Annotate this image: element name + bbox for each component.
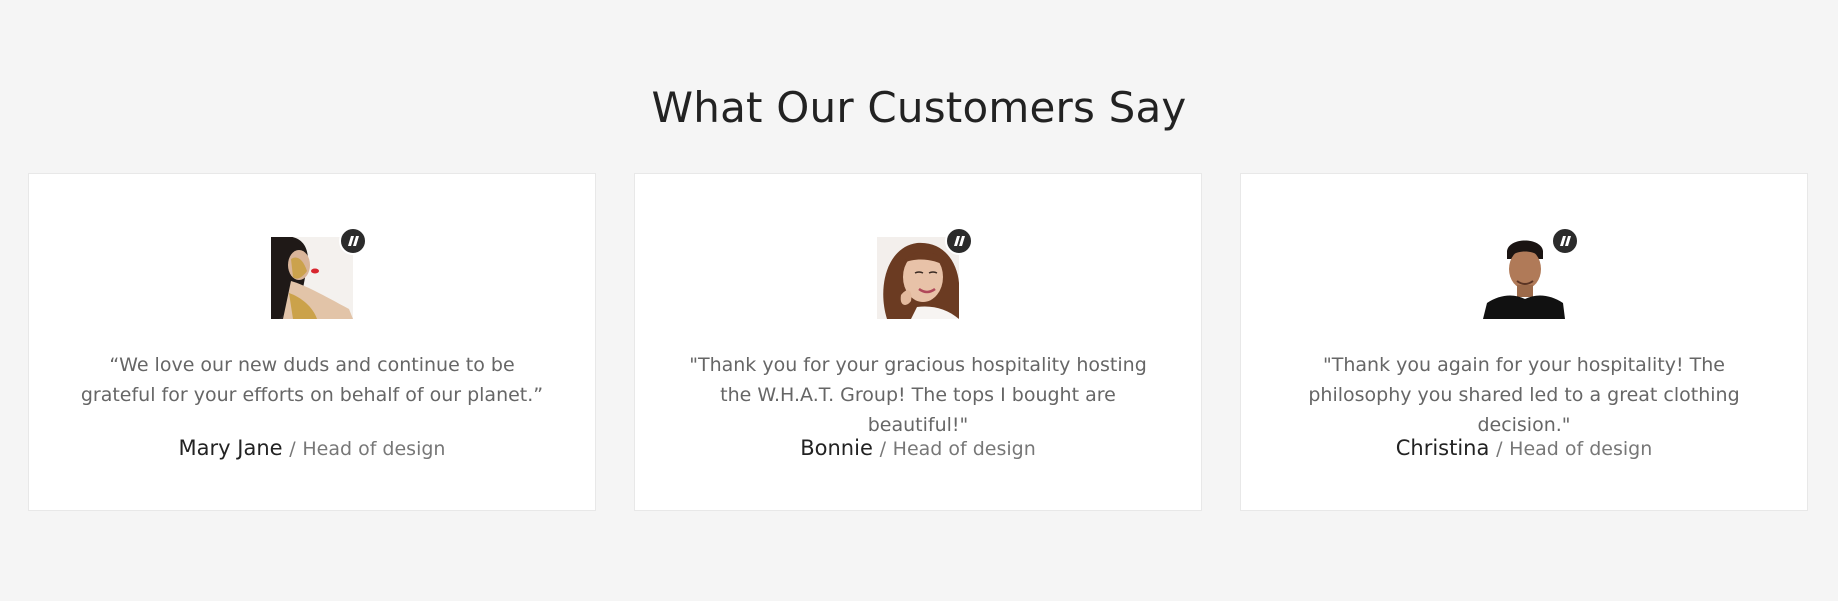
author-separator: / [289,438,296,460]
avatar [271,237,353,319]
testimonial-quote: "Thank you again for your hospitality! T… [1308,354,1740,436]
author-role: Head of design [302,438,446,460]
author-role: Head of design [1509,438,1653,460]
quote-icon [945,227,973,255]
author-role: Head of design [892,438,1036,460]
testimonial-card: "Thank you again for your hospitality! T… [1240,173,1808,511]
testimonial-card: "Thank you for your gracious hospitality… [634,173,1202,511]
avatar [877,237,959,319]
author-separator: / [879,438,886,460]
avatar-wrap [1483,227,1579,319]
author-name: Bonnie [800,436,873,460]
testimonial-author: Christina / Head of design [1241,433,1807,464]
quote-icon [339,227,367,255]
testimonials-list: “We love our new duds and continue to be… [28,173,1810,511]
section-title: What Our Customers Say [651,83,1187,132]
avatar [1483,237,1565,319]
testimonial-author: Mary Jane / Head of design [29,433,595,464]
testimonial-quote: “We love our new duds and continue to be… [80,354,544,406]
testimonial-card: “We love our new duds and continue to be… [28,173,596,511]
testimonial-author: Bonnie / Head of design [635,433,1201,464]
avatar-wrap [877,227,973,319]
testimonial-quote: "Thank you for your gracious hospitality… [689,354,1147,436]
author-name: Mary Jane [178,436,283,460]
avatar-wrap [271,227,367,319]
author-name: Christina [1395,436,1490,460]
quote-icon [1551,227,1579,255]
author-separator: / [1496,438,1503,460]
